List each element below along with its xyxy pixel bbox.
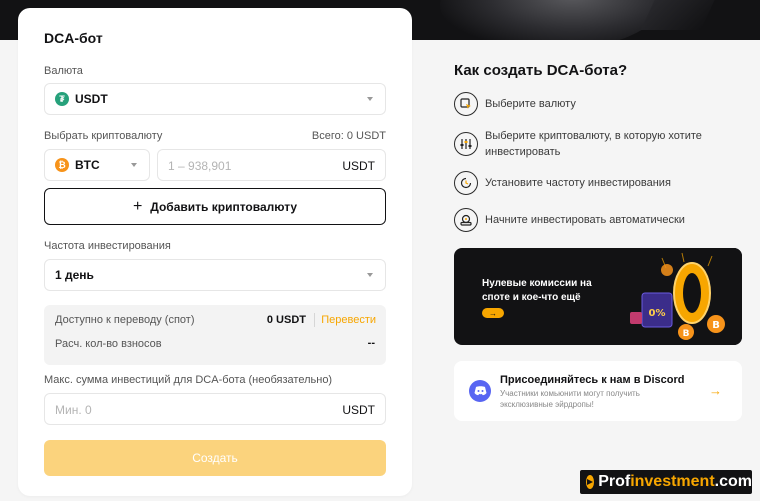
watermark-left: Prof <box>598 473 631 490</box>
arrow-right-icon[interactable]: → <box>709 383 722 398</box>
guide-step-2: Выберите криптовалюту, в которую хотите … <box>454 128 725 160</box>
promo-badge: 0% <box>649 308 666 319</box>
usdt-icon: ₮ <box>55 92 69 106</box>
amount-unit: USDT <box>342 159 375 173</box>
currency-label: Валюта <box>44 65 83 77</box>
crypto-select[interactable]: ₿ BTC <box>44 149 150 181</box>
guide-step-3: Установите частоту инвестирования <box>454 171 725 195</box>
discord-card[interactable]: Присоединяйтесь к нам в Discord Участник… <box>454 361 742 421</box>
chevron-down-icon <box>367 97 373 101</box>
available-label: Доступно к переводу (спот) <box>55 314 195 326</box>
guide-step-1: Выберите валюту <box>454 92 725 116</box>
guide-step-text: Выберите криптовалюту, в которую хотите … <box>485 130 702 158</box>
promo-line-1: Нулевые комиссии на <box>482 278 592 289</box>
chevron-down-icon <box>131 163 137 167</box>
installments-label: Расч. кол-во взносов <box>55 338 162 350</box>
discord-subtitle: Участники комьюнити могут получить экскл… <box>500 389 640 409</box>
guide-step-4: Начните инвестировать автоматически <box>454 208 725 232</box>
create-button[interactable]: Создать <box>44 440 386 476</box>
add-crypto-button[interactable]: + Добавить криптовалюту <box>44 188 386 225</box>
clock-refresh-icon <box>454 171 478 195</box>
discord-icon <box>469 380 491 402</box>
robot-icon <box>454 208 478 232</box>
crypto-label: Выбрать криптовалюту <box>44 130 163 142</box>
guide-step-text: Установите частоту инвестирования <box>485 177 671 189</box>
watermark-mid: investment <box>630 473 715 490</box>
add-crypto-label: Добавить криптовалюту <box>150 199 298 214</box>
frequency-label: Частота инвестирования <box>44 240 171 252</box>
banner-decoration <box>440 0 660 40</box>
guide-title: Как создать DCA-бота? <box>454 62 628 79</box>
guide-step-text: Выберите валюту <box>485 98 576 110</box>
amount-input[interactable]: 1 – 938,901 USDT <box>157 149 386 181</box>
arrow-right-icon[interactable]: → <box>482 308 504 318</box>
guide-step-text: Начните инвестировать автоматически <box>485 214 685 226</box>
svg-text:B: B <box>683 329 690 339</box>
svg-text:B: B <box>712 320 720 331</box>
max-amount-unit: USDT <box>342 403 375 417</box>
discord-title: Присоединяйтесь к нам в Discord <box>500 374 685 386</box>
total-label: Всего: 0 USDT <box>311 130 386 142</box>
currency-value: USDT <box>75 92 108 106</box>
frequency-select[interactable]: 1 день <box>44 259 386 291</box>
dca-form-card: DCA-бот Валюта ₮ USDT Выбрать криптовалю… <box>18 8 412 496</box>
currency-select[interactable]: ₮ USDT <box>44 83 386 115</box>
crypto-value: BTC <box>75 158 100 172</box>
btc-icon: ₿ <box>55 158 69 172</box>
max-amount-label: Макс. сумма инвестиций для DCA-бота (нео… <box>44 374 333 386</box>
sliders-icon <box>454 132 478 156</box>
balance-info-box: Доступно к переводу (спот) 0 USDT Переве… <box>44 305 386 365</box>
transfer-link[interactable]: Перевести <box>321 314 376 326</box>
form-title: DCA-бот <box>44 30 103 46</box>
watermark: Prof investment .com <box>580 470 752 494</box>
banner-decoration-2 <box>640 0 720 30</box>
watermark-logo-icon <box>586 475 595 489</box>
divider <box>314 313 315 327</box>
max-amount-input[interactable]: Мин. 0 USDT <box>44 393 386 425</box>
promo-line-2: споте и кое-что ещё <box>482 292 581 303</box>
max-amount-placeholder: Мин. 0 <box>55 403 92 417</box>
available-value: 0 USDT <box>266 314 306 326</box>
promo-illustration: 0% B B <box>622 248 742 345</box>
chevron-down-icon <box>367 273 373 277</box>
amount-placeholder: 1 – 938,901 <box>168 159 232 173</box>
plus-icon: + <box>132 197 143 215</box>
frequency-value: 1 день <box>55 268 94 282</box>
select-currency-icon <box>454 92 478 116</box>
watermark-right: .com <box>714 473 752 490</box>
promo-banner[interactable]: Нулевые комиссии на споте и кое-что ещё … <box>454 248 742 345</box>
installments-value: -- <box>367 337 375 349</box>
